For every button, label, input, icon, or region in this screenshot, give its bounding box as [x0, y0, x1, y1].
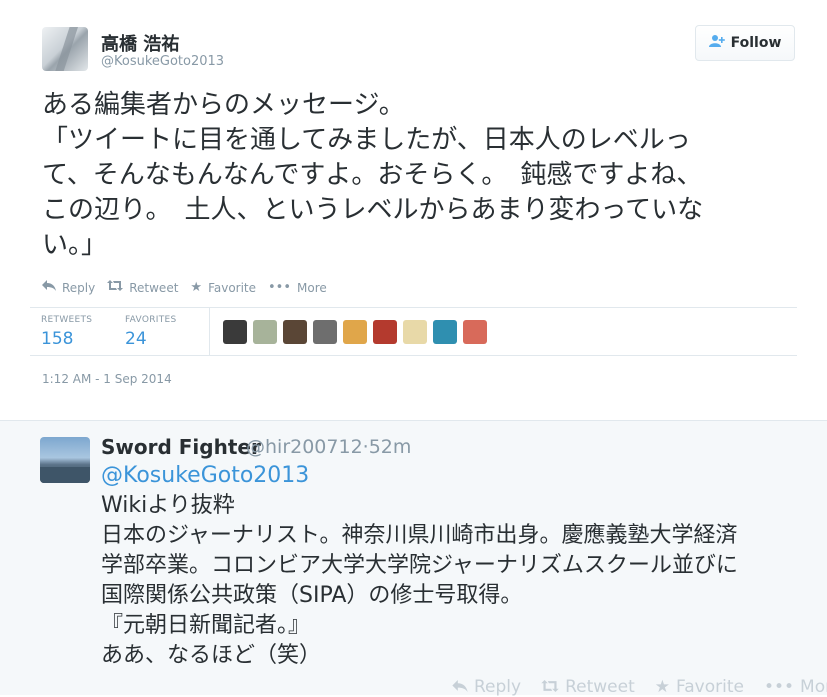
reply-favorite-label: Favorite: [676, 677, 744, 697]
retweets-count: 158: [41, 329, 74, 349]
reply-text-line: 『元朝日新聞記者。』: [101, 613, 311, 638]
favoriter-avatar[interactable]: [373, 320, 397, 344]
main-tweet: 高橋 浩祐 @KosukeGoto2013 Follow ある編集者からのメッセ…: [0, 0, 827, 420]
author-avatar[interactable]: [42, 27, 88, 71]
favoriter-avatar[interactable]: [223, 320, 247, 344]
tweet-text-line: この辺り。 土人、というレベルからあまり変わっていな: [42, 195, 704, 225]
ellipsis-icon: •••: [268, 280, 292, 295]
reply-favorite-button[interactable]: ★ Favorite: [655, 677, 744, 697]
favorite-button[interactable]: ★ Favorite: [190, 280, 256, 295]
reply-author-avatar[interactable]: [40, 437, 90, 483]
favorites-count: 24: [125, 329, 147, 349]
follow-button[interactable]: Follow: [695, 25, 795, 61]
reply-text-line: Wikiより抜粋: [101, 493, 235, 518]
favoriter-avatars: [223, 320, 487, 344]
retweets-label: RETWEETS: [41, 315, 93, 325]
retweet-label: Retweet: [129, 280, 179, 295]
favoriter-avatar[interactable]: [403, 320, 427, 344]
tweet-timestamp[interactable]: 1:12 AM - 1 Sep 2014: [42, 372, 172, 386]
favoriter-avatar[interactable]: [433, 320, 457, 344]
star-icon: ★: [654, 677, 671, 697]
favoriter-avatar[interactable]: [283, 320, 307, 344]
favoriter-avatar[interactable]: [463, 320, 487, 344]
reply-arrow-icon: [452, 677, 468, 697]
reply-text-line: 学部卒業。コロンビア大学大学院ジャーナリズムスクール並びに: [101, 553, 738, 578]
reply-text-line: 日本のジャーナリスト。神奈川県川崎市出身。慶應義塾大学経済: [101, 523, 738, 548]
retweets-stat[interactable]: RETWEETS 158: [41, 315, 92, 349]
reply-more-label: More: [800, 677, 827, 697]
tweet-text-line: ある編集者からのメッセージ。: [42, 90, 405, 120]
tweet-text-line: て、そんなもんなんですよ。おそらく。 鈍感ですよね、: [42, 160, 703, 190]
reply-actions: Reply Retweet ★ Favorite ••• More: [452, 677, 827, 697]
reply-text-line: ああ、なるほど（笑）: [101, 643, 322, 668]
favoriter-avatar[interactable]: [343, 320, 367, 344]
reply-retweet-label: Retweet: [565, 677, 635, 697]
reply-reply-button[interactable]: Reply: [452, 677, 521, 697]
reply-author-handle[interactable]: @hir200712: [246, 436, 363, 458]
favorites-label: FAVORITES: [125, 315, 177, 325]
more-button[interactable]: ••• More: [268, 280, 327, 295]
tweet-actions: Reply Retweet ★ Favorite ••• More: [42, 280, 327, 295]
stats-vertical-divider: [209, 307, 210, 355]
tweet-text: ある編集者からのメッセージ。 「ツイートに目を通してみましたが、日本人のレベルっ…: [42, 88, 807, 263]
reply-meta: @hir200712·52m: [246, 436, 411, 458]
tweet-text-line: 「ツイートに目を通してみましたが、日本人のレベルっ: [42, 125, 691, 155]
reply-text: @KosukeGoto2013 Wikiより抜粋 日本のジャーナリスト。神奈川県…: [101, 461, 801, 671]
retweet-button[interactable]: Retweet: [107, 280, 178, 295]
author-handle[interactable]: @KosukeGoto2013: [101, 54, 224, 69]
reply-tweet: Sword Fighter @hir200712·52m @KosukeGoto…: [0, 420, 827, 697]
reply-mention-link[interactable]: @KosukeGoto2013: [101, 463, 309, 488]
ellipsis-icon: •••: [763, 677, 795, 697]
star-icon: ★: [190, 280, 203, 295]
stats-divider-bottom: [30, 355, 797, 356]
reply-age[interactable]: 52m: [369, 436, 412, 458]
add-user-icon: [708, 34, 725, 52]
stats-divider-top: [30, 307, 797, 308]
reply-retweet-button[interactable]: Retweet: [541, 677, 635, 697]
reply-more-button[interactable]: ••• More: [764, 677, 827, 697]
more-label: More: [297, 280, 327, 295]
reply-arrow-icon: [42, 280, 56, 295]
favoriter-avatar[interactable]: [253, 320, 277, 344]
favorite-label: Favorite: [208, 280, 257, 295]
author-name[interactable]: 高橋 浩祐: [101, 30, 179, 56]
favoriter-avatar[interactable]: [313, 320, 337, 344]
reply-author-name[interactable]: Sword Fighter: [101, 435, 261, 459]
reply-button[interactable]: Reply: [42, 280, 95, 295]
follow-label: Follow: [730, 35, 782, 51]
retweet-icon: [107, 280, 124, 295]
favorites-stat[interactable]: FAVORITES 24: [125, 315, 177, 349]
reply-text-line: 国際関係公共政策（SIPA）の修士号取得。: [101, 583, 523, 608]
reply-reply-label: Reply: [474, 677, 522, 697]
tweet-text-line: い。」: [42, 230, 108, 260]
retweet-icon: [541, 677, 559, 697]
reply-label: Reply: [62, 280, 96, 295]
